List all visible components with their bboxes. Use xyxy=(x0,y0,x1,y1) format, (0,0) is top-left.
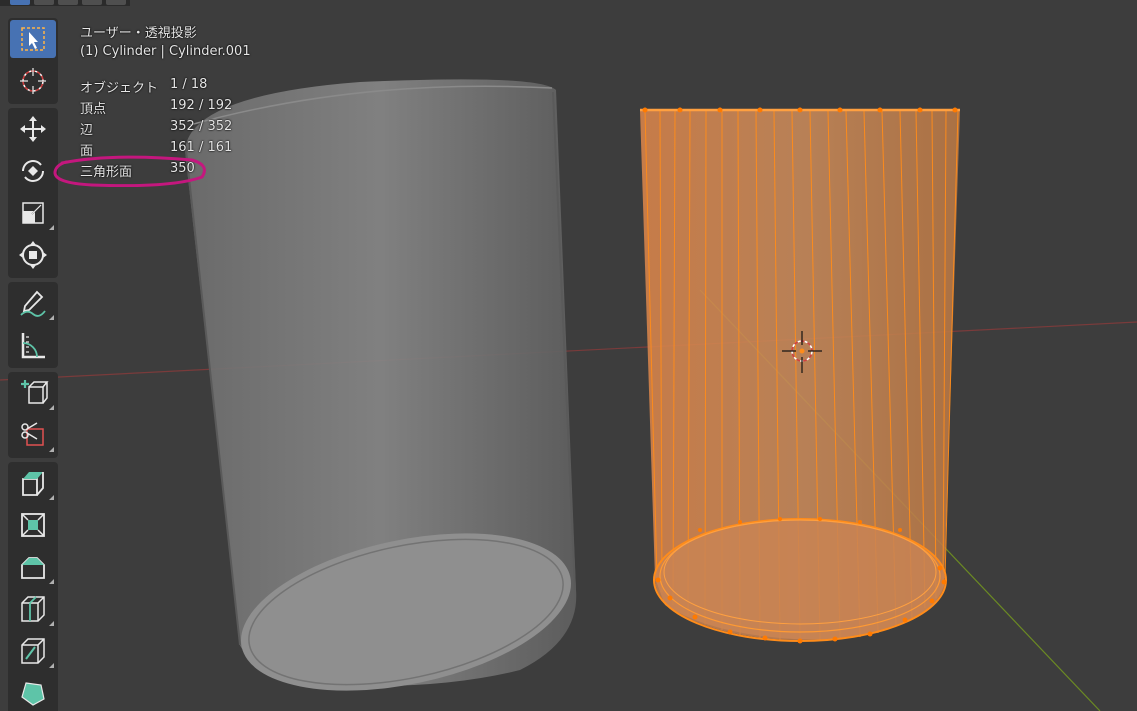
tool-options-corner xyxy=(49,447,54,452)
tab-select-new[interactable] xyxy=(10,0,30,5)
scale-icon xyxy=(22,202,44,224)
bisect-tool-button[interactable] xyxy=(10,416,56,454)
cursor-tool-button[interactable] xyxy=(10,62,56,100)
tool-group-mesh-edit xyxy=(8,462,58,711)
rotate-icon xyxy=(22,160,44,182)
tool-options-corner xyxy=(49,495,54,500)
measure-icon xyxy=(21,333,45,359)
poly-build-icon xyxy=(21,682,45,706)
view-name: ユーザー・透視投影 xyxy=(80,26,197,41)
tab-select-intersect[interactable] xyxy=(106,0,126,5)
extrude-region-icon xyxy=(22,472,44,496)
tool-group-add xyxy=(8,372,58,458)
tool-options-corner xyxy=(49,621,54,626)
annotate-tool-button[interactable] xyxy=(10,284,56,322)
active-object-name: (1) Cylinder | Cylinder.001 xyxy=(80,44,251,59)
loop-cut-tool-button[interactable] xyxy=(10,590,56,628)
tool-options-corner xyxy=(49,225,54,230)
inset-faces-tool-button[interactable] xyxy=(10,506,56,544)
tool-group-annotate xyxy=(8,282,58,368)
rotate-tool-button[interactable] xyxy=(10,152,56,190)
transform-tool-button[interactable] xyxy=(10,236,56,274)
stat-value: 1 / 18 xyxy=(170,77,208,92)
tool-options-corner xyxy=(49,315,54,320)
bevel-icon xyxy=(21,557,45,579)
loop-cut-icon xyxy=(21,596,45,622)
stat-value: 192 / 192 xyxy=(170,98,233,113)
bevel-tool-button[interactable] xyxy=(10,548,56,586)
stat-label: 辺 xyxy=(80,123,94,138)
move-tool-button[interactable] xyxy=(10,110,56,148)
inset-faces-icon xyxy=(21,513,45,537)
tab-select-subtract[interactable] xyxy=(58,0,78,5)
stat-row-edges: 辺 352 / 352 xyxy=(80,119,280,139)
stat-label: オブジェクト xyxy=(80,81,159,96)
object-origin-icon xyxy=(799,348,805,354)
bisect-icon xyxy=(21,422,44,446)
transform-icon xyxy=(19,241,47,269)
select-box-tool-button[interactable] xyxy=(10,20,56,58)
measure-tool-button[interactable] xyxy=(10,326,56,364)
poly-build-tool-button[interactable] xyxy=(10,674,56,711)
tool-group-transform xyxy=(8,108,58,278)
stat-label: 頂点 xyxy=(80,102,107,117)
annotate-icon xyxy=(20,290,46,317)
add-cube-icon xyxy=(21,380,49,404)
stat-row-objects: オブジェクト 1 / 18 xyxy=(80,77,280,97)
cursor-icon xyxy=(20,68,46,94)
x-axis-line xyxy=(0,321,1137,381)
move-icon xyxy=(20,116,46,142)
highlight-ring-annotation xyxy=(53,155,206,187)
add-cube-tool-button[interactable] xyxy=(10,374,56,412)
tool-options-corner xyxy=(49,579,54,584)
3d-viewport[interactable]: ユーザー・透視投影 (1) Cylinder | Cylinder.001 オブ… xyxy=(0,0,1137,711)
orange-cylinder-selected[interactable] xyxy=(640,107,960,644)
tool-options-corner xyxy=(49,405,54,410)
tool-group-select xyxy=(8,18,58,104)
knife-icon xyxy=(21,638,45,664)
extrude-region-tool-button[interactable] xyxy=(10,464,56,502)
select-mode-tabs xyxy=(0,0,130,6)
knife-tool-button[interactable] xyxy=(10,632,56,670)
tab-select-extend[interactable] xyxy=(34,0,54,5)
tool-options-corner xyxy=(49,663,54,668)
tab-select-invert[interactable] xyxy=(82,0,102,5)
tool-shelf xyxy=(8,18,58,711)
scale-tool-button[interactable] xyxy=(10,194,56,232)
stat-value: 161 / 161 xyxy=(170,140,233,155)
stat-row-vertices: 頂点 192 / 192 xyxy=(80,98,280,118)
select-box-icon xyxy=(21,27,45,51)
stat-value: 352 / 352 xyxy=(170,119,233,134)
